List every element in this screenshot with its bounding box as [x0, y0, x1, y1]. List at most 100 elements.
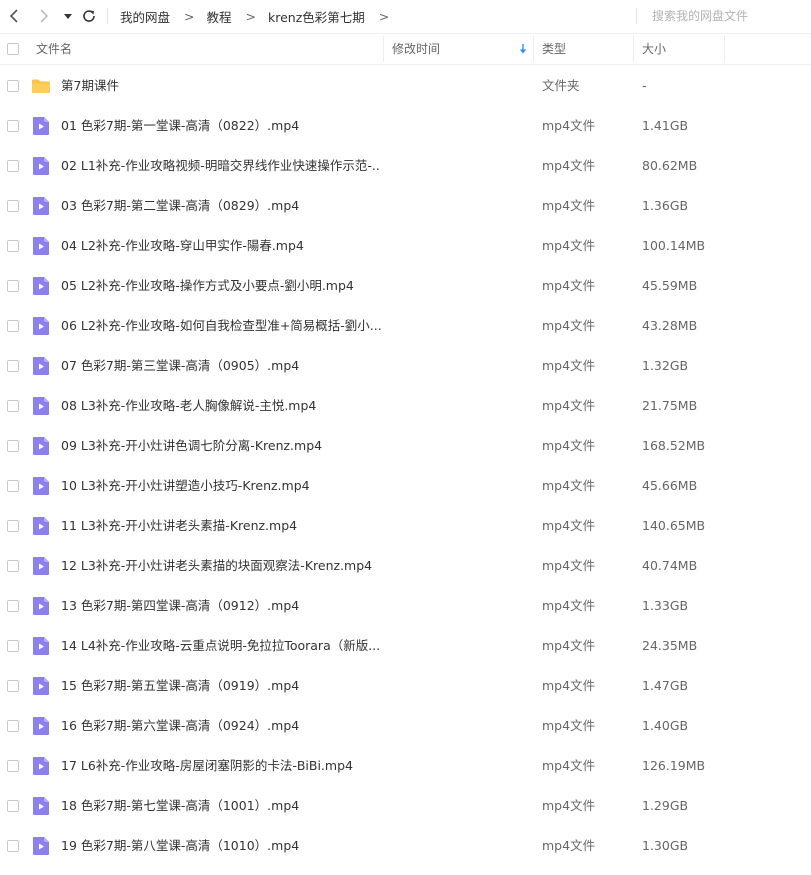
file-row[interactable]: 03 色彩7期-第二堂课-高清（0829）.mp4 mp4文件 1.36GB [0, 186, 811, 226]
file-size: 1.41GB [642, 118, 689, 133]
file-row[interactable]: 10 L3补充-开小灶讲塑造小技巧-Krenz.mp4 mp4文件 45.66MB [0, 466, 811, 506]
file-name[interactable]: 14 L4补充-作业攻略-云重点说明-免拉拉Toorara（新版... [61, 626, 381, 666]
row-checkbox[interactable] [7, 320, 19, 332]
row-checkbox[interactable] [7, 160, 19, 172]
breadcrumb-separator[interactable]: > [379, 9, 389, 24]
file-row[interactable]: 11 L3补充-开小灶讲老头素描-Krenz.mp4 mp4文件 140.65MB [0, 506, 811, 546]
file-type: mp4文件 [542, 798, 596, 813]
row-checkbox[interactable] [7, 360, 19, 372]
file-type: mp4文件 [542, 358, 596, 373]
file-row[interactable]: 13 色彩7期-第四堂课-高清（0912）.mp4 mp4文件 1.33GB [0, 586, 811, 626]
breadcrumb: 我的网盘 > 教程 > krenz色彩第七期 > [120, 0, 401, 33]
row-checkbox[interactable] [7, 560, 19, 572]
file-name[interactable]: 10 L3补充-开小灶讲塑造小技巧-Krenz.mp4 [61, 466, 381, 506]
file-name[interactable]: 08 L3补充-作业攻略-老人胸像解说-主悦.mp4 [61, 386, 381, 426]
file-name[interactable]: 01 色彩7期-第一堂课-高清（0822）.mp4 [61, 106, 381, 146]
row-checkbox[interactable] [7, 400, 19, 412]
breadcrumb-item-current[interactable]: krenz色彩第七期 [268, 7, 365, 26]
column-divider[interactable] [383, 36, 384, 62]
breadcrumb-item-root[interactable]: 我的网盘 [120, 7, 170, 26]
file-name[interactable]: 15 色彩7期-第五堂课-高清（0919）.mp4 [61, 666, 381, 706]
file-row[interactable]: 09 L3补充-开小灶讲色调七阶分离-Krenz.mp4 mp4文件 168.52M… [0, 426, 811, 466]
row-checkbox[interactable] [7, 80, 19, 92]
file-row[interactable]: 14 L4补充-作业攻略-云重点说明-免拉拉Toorara（新版... mp4文件… [0, 626, 811, 666]
video-file-icon [33, 117, 49, 135]
file-size: 1.33GB [642, 598, 689, 613]
row-checkbox[interactable] [7, 680, 19, 692]
column-header-type[interactable]: 类型 [542, 34, 566, 64]
row-checkbox[interactable] [7, 280, 19, 292]
column-divider[interactable] [724, 36, 725, 62]
file-name[interactable]: 04 L2补充-作业攻略-穿山甲实作-陽春.mp4 [61, 226, 381, 266]
file-name[interactable]: 19 色彩7期-第八堂课-高清（1010）.mp4 [61, 826, 381, 866]
file-type: mp4文件 [542, 558, 596, 573]
video-file-icon [33, 437, 49, 455]
file-type: mp4文件 [542, 238, 596, 253]
file-row[interactable]: 05 L2补充-作业攻略-操作方式及小要点-劉小明.mp4 mp4文件 45.59M… [0, 266, 811, 306]
file-row[interactable]: 19 色彩7期-第八堂课-高清（1010）.mp4 mp4文件 1.30GB [0, 826, 811, 866]
row-checkbox[interactable] [7, 120, 19, 132]
row-checkbox[interactable] [7, 200, 19, 212]
row-checkbox[interactable] [7, 640, 19, 652]
history-dropdown-button[interactable] [62, 8, 74, 24]
file-row[interactable]: 17 L6补充-作业攻略-房屋闭塞阴影的卡法-BiBi.mp4 mp4文件 126.… [0, 746, 811, 786]
column-divider[interactable] [633, 36, 634, 62]
file-name[interactable]: 18 色彩7期-第七堂课-高清（1001）.mp4 [61, 786, 381, 826]
file-type: mp4文件 [542, 598, 596, 613]
file-row[interactable]: 01 色彩7期-第一堂课-高清（0822）.mp4 mp4文件 1.41GB [0, 106, 811, 146]
row-checkbox[interactable] [7, 720, 19, 732]
file-size: 45.66MB [642, 478, 698, 493]
column-header-name[interactable]: 文件名 [36, 34, 72, 64]
file-row[interactable]: 02 L1补充-作业攻略视频-明暗交界线作业快速操作示范-... mp4文件 80.… [0, 146, 811, 186]
column-divider[interactable] [533, 36, 534, 62]
video-file-icon [33, 157, 49, 175]
file-name[interactable]: 06 L2补充-作业攻略-如何自我检查型准+简易概括-劉小... [61, 306, 381, 346]
file-name[interactable]: 05 L2补充-作业攻略-操作方式及小要点-劉小明.mp4 [61, 266, 381, 306]
file-row[interactable]: 06 L2补充-作业攻略-如何自我检查型准+简易概括-劉小... mp4文件 43.… [0, 306, 811, 346]
forward-button[interactable] [34, 7, 52, 25]
row-checkbox[interactable] [7, 440, 19, 452]
row-checkbox[interactable] [7, 520, 19, 532]
file-row[interactable]: 15 色彩7期-第五堂课-高清（0919）.mp4 mp4文件 1.47GB [0, 666, 811, 706]
refresh-icon [83, 10, 95, 22]
row-checkbox[interactable] [7, 600, 19, 612]
file-row[interactable]: 08 L3补充-作业攻略-老人胸像解说-主悦.mp4 mp4文件 21.75MB [0, 386, 811, 426]
file-name[interactable]: 13 色彩7期-第四堂课-高清（0912）.mp4 [61, 586, 381, 626]
row-checkbox[interactable] [7, 760, 19, 772]
toolbar-divider [107, 8, 108, 24]
select-all-checkbox[interactable] [7, 43, 19, 55]
file-name[interactable]: 16 色彩7期-第六堂课-高清（0924）.mp4 [61, 706, 381, 746]
file-row[interactable]: 12 L3补充-开小灶讲老头素描的块面观察法-Krenz.mp4 mp4文件 40.… [0, 546, 811, 586]
file-name[interactable]: 11 L3补充-开小灶讲老头素描-Krenz.mp4 [61, 506, 381, 546]
folder-row[interactable]: 第7期课件 文件夹 - [0, 66, 811, 106]
row-checkbox[interactable] [7, 800, 19, 812]
refresh-button[interactable] [80, 7, 98, 25]
file-name[interactable]: 03 色彩7期-第二堂课-高清（0829）.mp4 [61, 186, 381, 226]
row-checkbox[interactable] [7, 240, 19, 252]
file-name[interactable]: 17 L6补充-作业攻略-房屋闭塞阴影的卡法-BiBi.mp4 [61, 746, 381, 786]
file-row[interactable]: 07 色彩7期-第三堂课-高清（0905）.mp4 mp4文件 1.32GB [0, 346, 811, 386]
file-name[interactable]: 07 色彩7期-第三堂课-高清（0905）.mp4 [61, 346, 381, 386]
file-size: 1.40GB [642, 718, 689, 733]
column-header-mtime[interactable]: 修改时间 [392, 34, 440, 64]
file-name[interactable]: 12 L3补充-开小灶讲老头素描的块面观察法-Krenz.mp4 [61, 546, 381, 586]
breadcrumb-item-tutorials[interactable]: 教程 [207, 7, 232, 26]
back-button[interactable] [6, 7, 24, 25]
file-name[interactable]: 02 L1补充-作业攻略视频-明暗交界线作业快速操作示范-... [61, 146, 381, 186]
file-type: mp4文件 [542, 838, 596, 853]
row-checkbox[interactable] [7, 840, 19, 852]
sort-descending-icon[interactable] [518, 43, 528, 55]
search-input[interactable] [646, 5, 811, 27]
row-checkbox[interactable] [7, 480, 19, 492]
file-list: 第7期课件 文件夹 -01 色彩7期-第一堂课-高清（0822）.mp4 mp4文件 1… [0, 66, 811, 866]
file-row[interactable]: 16 色彩7期-第六堂课-高清（0924）.mp4 mp4文件 1.40GB [0, 706, 811, 746]
video-file-icon [33, 277, 49, 295]
breadcrumb-separator: > [184, 9, 195, 24]
file-row[interactable]: 04 L2补充-作业攻略-穿山甲实作-陽春.mp4 mp4文件 100.14MB [0, 226, 811, 266]
video-file-icon [33, 237, 49, 255]
file-type: mp4文件 [542, 518, 596, 533]
file-row[interactable]: 18 色彩7期-第七堂课-高清（1001）.mp4 mp4文件 1.29GB [0, 786, 811, 826]
file-name[interactable]: 第7期课件 [61, 66, 381, 106]
column-header-size[interactable]: 大小 [642, 34, 666, 64]
file-name[interactable]: 09 L3补充-开小灶讲色调七阶分离-Krenz.mp4 [61, 426, 381, 466]
